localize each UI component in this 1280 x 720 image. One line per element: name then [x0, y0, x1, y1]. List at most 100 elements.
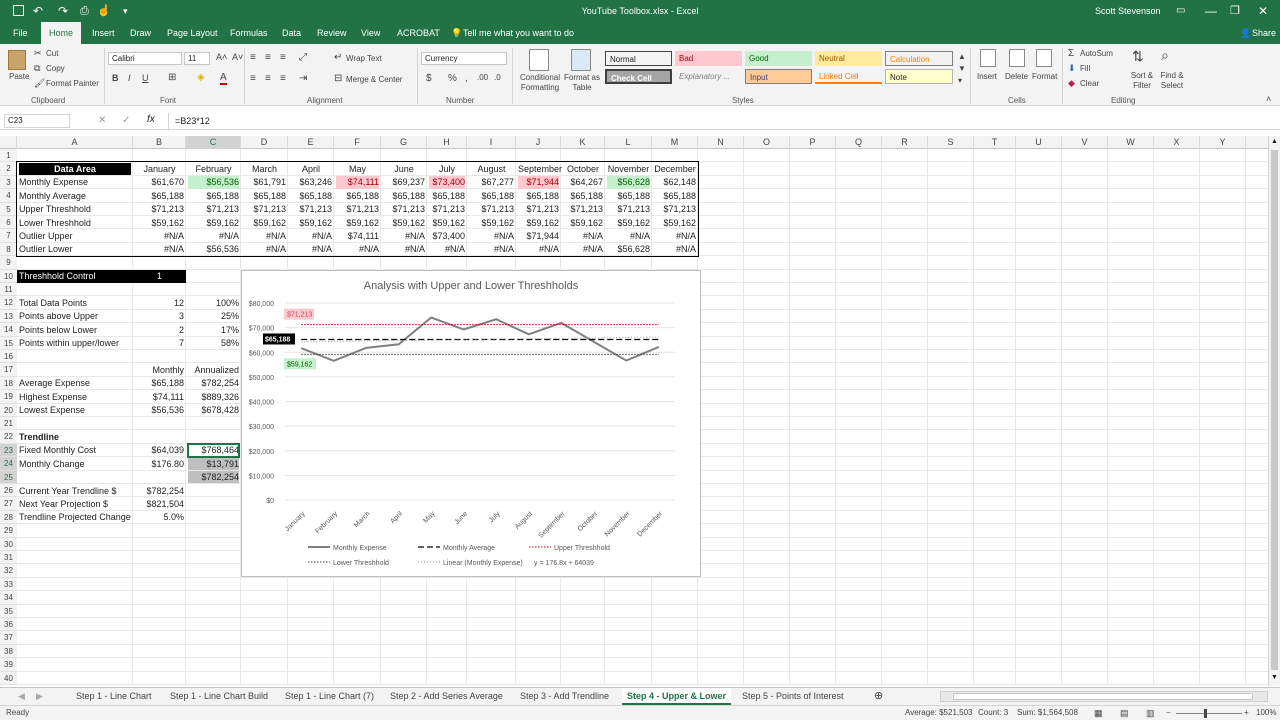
fill-icon[interactable]: ⬇ — [1068, 63, 1076, 74]
data-cell[interactable]: #N/A — [383, 230, 425, 242]
italic-icon[interactable]: I — [128, 73, 131, 83]
expense-label[interactable]: Lowest Expense — [19, 404, 131, 416]
data-cell[interactable]: $63,246 — [290, 176, 332, 188]
data-area-header[interactable]: Data Area — [19, 162, 131, 176]
close-icon[interactable]: ✕ — [1258, 0, 1268, 22]
style-note[interactable]: Note — [885, 69, 953, 84]
data-cell[interactable]: $67,277 — [469, 176, 514, 188]
data-cell[interactable]: $56,628 — [607, 243, 650, 255]
column-header[interactable]: S — [928, 136, 974, 149]
tab-formulas[interactable]: Formulas — [230, 22, 268, 44]
copy-button[interactable]: Copy — [46, 64, 65, 73]
monthly-header[interactable]: Monthly — [135, 364, 184, 376]
row-header[interactable]: 1 — [0, 149, 17, 163]
tell-me-input[interactable]: Tell me what you want to do — [463, 22, 574, 44]
next-year-label[interactable]: Next Year Projection $ — [19, 498, 131, 510]
data-row-label[interactable]: Monthly Expense — [19, 176, 131, 188]
tab-draw[interactable]: Draw — [130, 22, 151, 44]
data-cell[interactable]: #N/A — [243, 230, 286, 242]
sheet-tab[interactable]: Step 1 - Line Chart (7) — [285, 688, 374, 705]
data-cell[interactable]: $59,162 — [607, 217, 650, 229]
zoom-in-icon[interactable]: + — [1244, 706, 1249, 720]
ribbon-display-icon[interactable]: ▭ — [1176, 0, 1185, 22]
data-cell[interactable]: $59,162 — [290, 217, 332, 229]
format-cells-icon[interactable] — [1036, 49, 1052, 67]
data-cell[interactable]: $71,213 — [563, 203, 603, 215]
underline-icon[interactable]: U — [142, 73, 149, 83]
data-cell[interactable]: #N/A — [607, 230, 650, 242]
row-header[interactable]: 17 — [0, 363, 17, 377]
column-header[interactable]: C — [186, 136, 241, 149]
data-cell[interactable]: $71,213 — [469, 203, 514, 215]
next-sheet-icon[interactable]: ▶ — [36, 688, 43, 705]
data-cell[interactable]: #N/A — [469, 243, 514, 255]
column-header[interactable]: X — [1154, 136, 1200, 149]
style-calculation[interactable]: Calculation — [885, 51, 953, 66]
stat-percent[interactable]: 17% — [188, 324, 239, 336]
shrink-font-icon[interactable]: A˅ — [232, 52, 243, 62]
sheet-tab[interactable]: Step 1 - Line Chart Build — [170, 688, 268, 705]
prev-sheet-icon[interactable]: ◀ — [18, 688, 25, 705]
data-cell[interactable]: $59,162 — [336, 217, 379, 229]
data-cell[interactable]: $71,213 — [243, 203, 286, 215]
row-header[interactable]: 22 — [0, 430, 17, 444]
scroll-down-icon[interactable]: ▼ — [1271, 674, 1278, 681]
month-header[interactable]: September — [518, 163, 562, 175]
tab-acrobat[interactable]: ACROBAT — [397, 22, 440, 44]
copy-icon[interactable]: ⧉ — [34, 63, 40, 74]
row-header[interactable]: 16 — [0, 350, 17, 364]
expense-monthly[interactable]: $65,188 — [135, 377, 184, 389]
restore-icon[interactable]: ❐ — [1230, 0, 1240, 22]
style-bad[interactable]: Bad — [675, 51, 742, 66]
data-cell[interactable]: $71,213 — [135, 203, 184, 215]
column-header[interactable]: U — [1016, 136, 1062, 149]
data-cell[interactable]: #N/A — [654, 243, 696, 255]
row-header[interactable]: 25 — [0, 470, 17, 484]
font-color-icon[interactable]: A — [220, 72, 227, 85]
column-header[interactable]: K — [561, 136, 605, 149]
column-header[interactable]: M — [652, 136, 698, 149]
scroll-up-icon[interactable]: ▲ — [1271, 138, 1278, 145]
column-header[interactable]: W — [1108, 136, 1154, 149]
bold-icon[interactable]: B — [112, 73, 119, 83]
enter-icon[interactable]: ✓ — [122, 115, 130, 126]
monthly-change-label[interactable]: Monthly Change — [19, 458, 131, 470]
data-cell[interactable]: #N/A — [290, 243, 332, 255]
row-header[interactable]: 32 — [0, 564, 17, 578]
column-header[interactable]: B — [133, 136, 186, 149]
wrap-text-icon[interactable]: ↵ — [334, 52, 342, 63]
row-header[interactable]: 14 — [0, 323, 17, 337]
month-header[interactable]: March — [243, 163, 286, 175]
sheet-tab[interactable]: Step 3 - Add Trendline — [520, 688, 609, 705]
projected-change-label[interactable]: Trendline Projected Change — [19, 511, 131, 523]
data-cell[interactable]: $65,188 — [383, 190, 425, 202]
data-cell[interactable]: $71,213 — [429, 203, 465, 215]
row-header[interactable]: 34 — [0, 591, 17, 605]
month-header[interactable]: July — [429, 163, 465, 175]
indent-icon[interactable]: ⇥ — [299, 73, 307, 84]
row-header[interactable]: 3 — [0, 175, 17, 190]
row-header[interactable]: 33 — [0, 577, 17, 592]
month-header[interactable]: February — [188, 163, 239, 175]
format-table-icon[interactable] — [571, 49, 591, 71]
zoom-out-icon[interactable]: − — [1166, 706, 1171, 720]
row-header[interactable]: 29 — [0, 524, 17, 538]
row-header[interactable]: 9 — [0, 256, 17, 270]
formula-input[interactable]: =B23*12 — [168, 113, 1272, 129]
h-scroll-thumb[interactable] — [953, 693, 1253, 700]
stat-label[interactable]: Total Data Points — [19, 297, 131, 309]
insert-cells-icon[interactable] — [980, 49, 996, 67]
row-header[interactable]: 13 — [0, 309, 17, 324]
tab-file[interactable]: File — [13, 22, 28, 44]
share-icon[interactable]: 👤 — [1240, 22, 1251, 44]
row-header[interactable]: 4 — [0, 189, 17, 203]
column-header[interactable]: R — [882, 136, 928, 149]
styles-more-icon[interactable]: ▾ — [958, 76, 962, 85]
align-top-icon[interactable]: ≡ — [250, 52, 256, 63]
data-cell[interactable]: $74,111 — [336, 230, 379, 242]
data-cell[interactable]: $73,400 — [429, 230, 465, 242]
data-cell[interactable]: $59,162 — [135, 217, 184, 229]
data-cell[interactable]: $71,213 — [383, 203, 425, 215]
data-cell[interactable]: $74,111 — [336, 176, 379, 189]
column-header[interactable]: G — [381, 136, 427, 149]
